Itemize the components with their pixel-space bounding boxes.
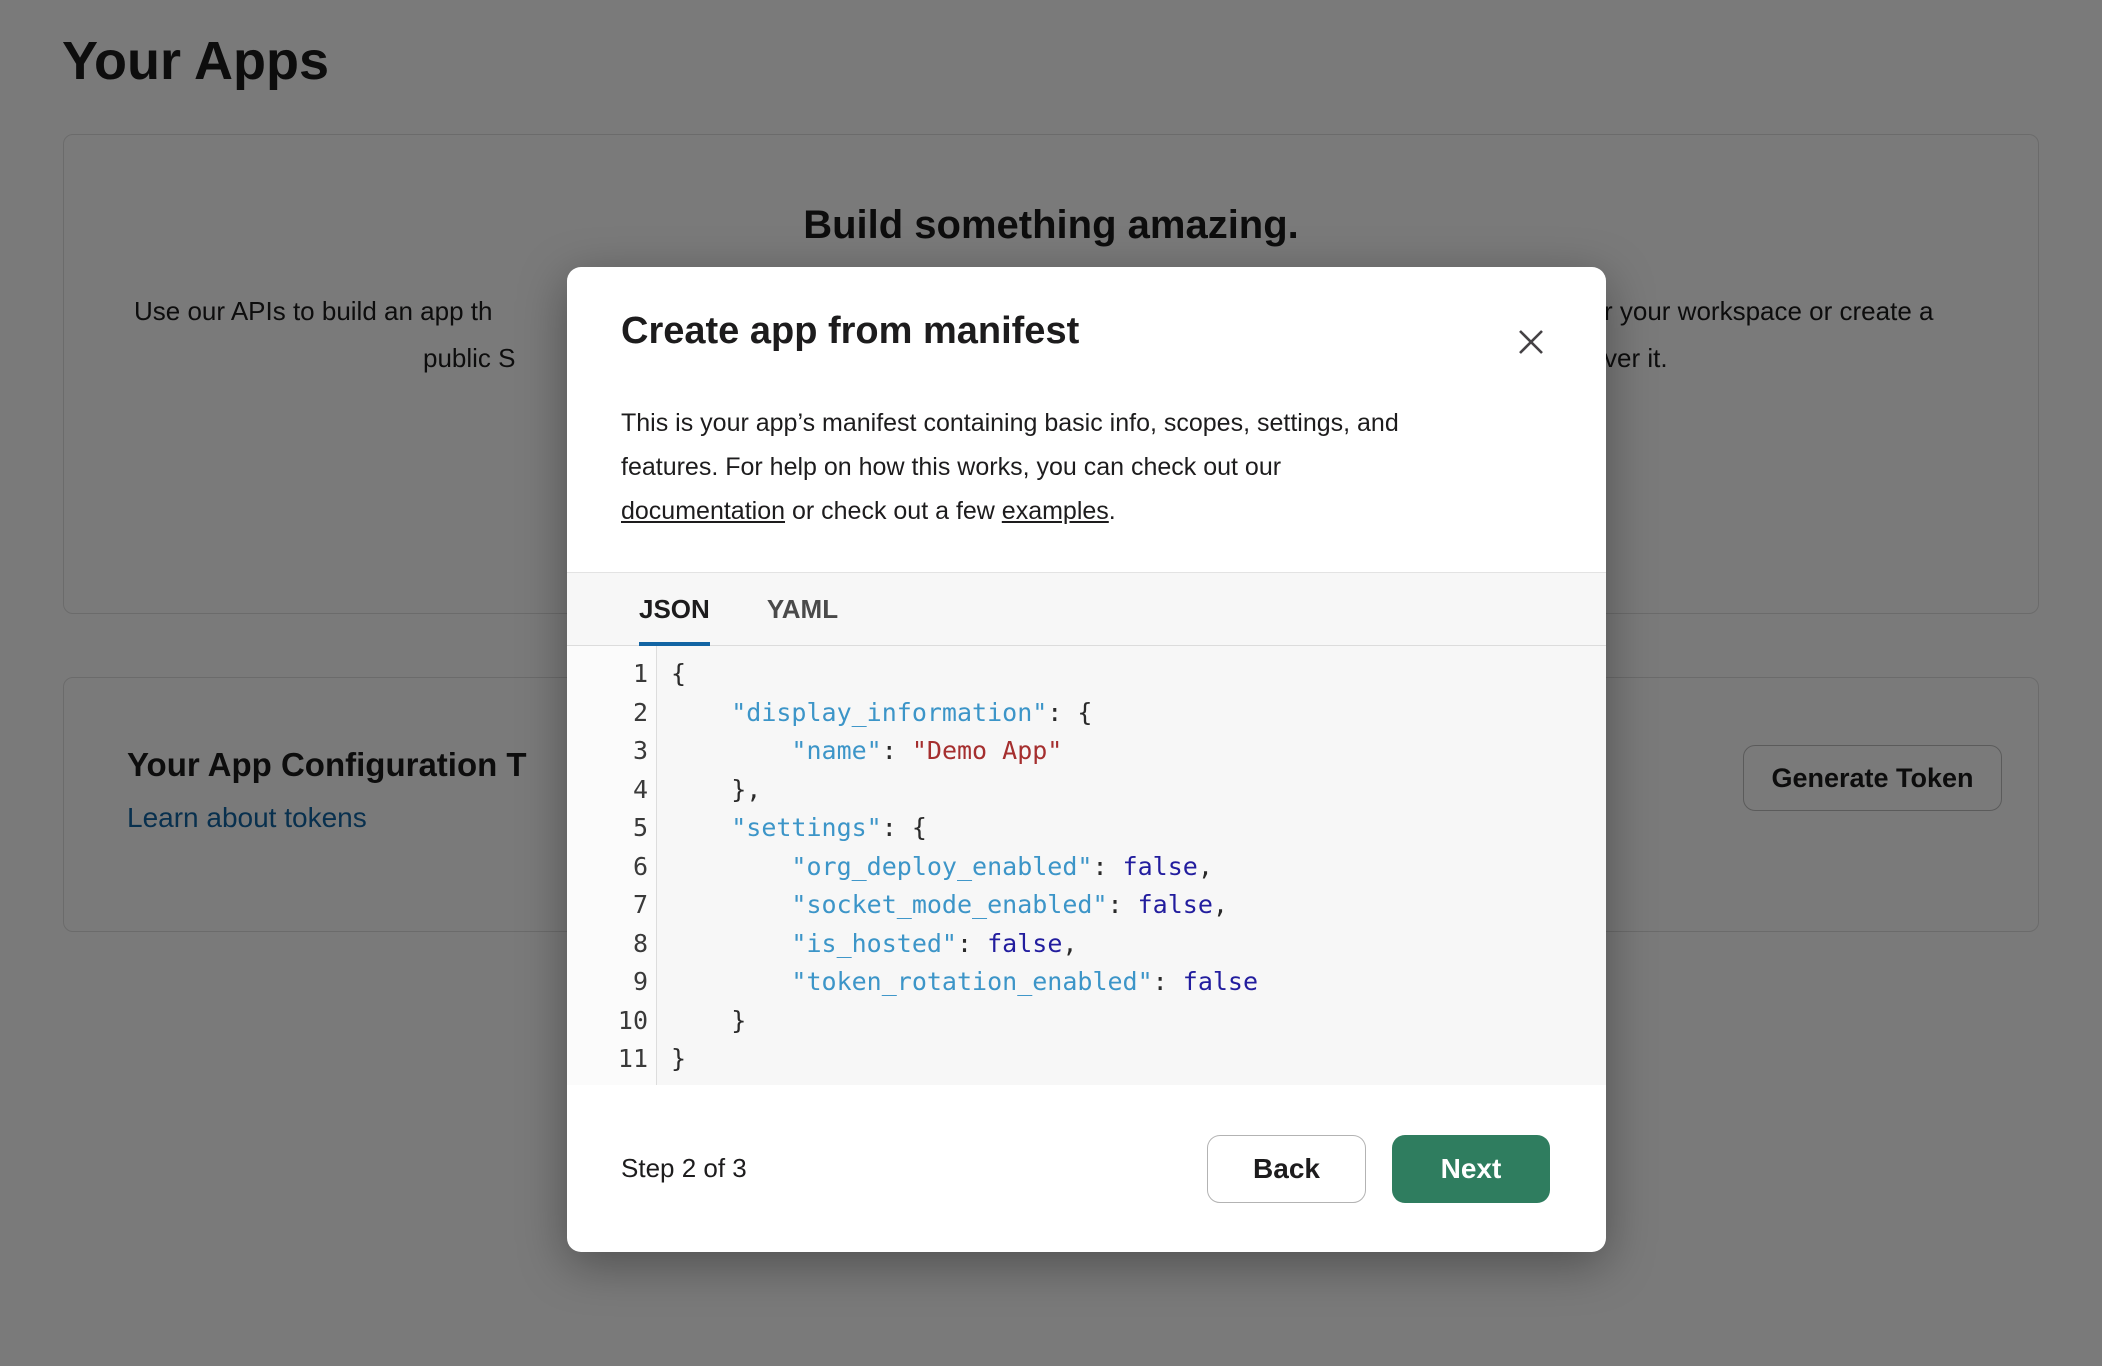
description-line: documentation or check out a few example… <box>621 489 1399 533</box>
line-number: 4 <box>567 771 648 810</box>
description-text: or check out a few <box>785 497 1002 525</box>
line-number: 2 <box>567 694 648 733</box>
code-line: "socket_mode_enabled": false, <box>671 886 1606 925</box>
line-number: 5 <box>567 809 648 848</box>
line-number: 8 <box>567 925 648 964</box>
code-line: "display_information": { <box>671 694 1606 733</box>
code-line: }, <box>671 771 1606 810</box>
line-number: 9 <box>567 963 648 1002</box>
examples-link[interactable]: examples <box>1002 497 1109 525</box>
line-number: 10 <box>567 1002 648 1041</box>
description-line: features. For help on how this works, yo… <box>621 445 1399 489</box>
code-content[interactable]: { "display_information": { "name": "Demo… <box>657 646 1606 1085</box>
description-line: This is your app’s manifest containing b… <box>621 401 1399 445</box>
code-line: } <box>671 1002 1606 1041</box>
modal-footer: Step 2 of 3 Back Next <box>567 1085 1606 1252</box>
line-number: 1 <box>567 655 648 694</box>
line-number: 3 <box>567 732 648 771</box>
x-icon <box>1514 347 1548 362</box>
code-line: "token_rotation_enabled": false <box>671 963 1606 1002</box>
code-line: { <box>671 655 1606 694</box>
footer-buttons: Back Next <box>1207 1135 1550 1203</box>
line-number-gutter: 1234567891011 <box>567 646 657 1085</box>
tab-json[interactable]: JSON <box>639 573 710 645</box>
code-line: } <box>671 1040 1606 1079</box>
editor-tabbar: JSON YAML <box>567 573 1606 646</box>
line-number: 6 <box>567 848 648 887</box>
close-button[interactable] <box>1514 325 1548 359</box>
line-number: 11 <box>567 1040 648 1079</box>
modal-title: Create app from manifest <box>621 307 1079 355</box>
documentation-link[interactable]: documentation <box>621 497 785 525</box>
modal-description: This is your app’s manifest containing b… <box>621 401 1399 533</box>
code-line: "org_deploy_enabled": false, <box>671 848 1606 887</box>
step-indicator: Step 2 of 3 <box>621 1153 747 1184</box>
back-button[interactable]: Back <box>1207 1135 1366 1203</box>
description-text: . <box>1109 497 1116 525</box>
tab-yaml[interactable]: YAML <box>767 573 838 645</box>
create-app-from-manifest-modal: Create app from manifest This is your ap… <box>567 267 1606 1252</box>
code-line: "is_hosted": false, <box>671 925 1606 964</box>
code-line: "name": "Demo App" <box>671 732 1606 771</box>
code-editor[interactable]: 1234567891011 { "display_information": {… <box>567 646 1606 1085</box>
line-number: 7 <box>567 886 648 925</box>
next-button[interactable]: Next <box>1392 1135 1550 1203</box>
code-line: "settings": { <box>671 809 1606 848</box>
manifest-editor-block: JSON YAML 1234567891011 { "display_infor… <box>567 572 1606 1085</box>
